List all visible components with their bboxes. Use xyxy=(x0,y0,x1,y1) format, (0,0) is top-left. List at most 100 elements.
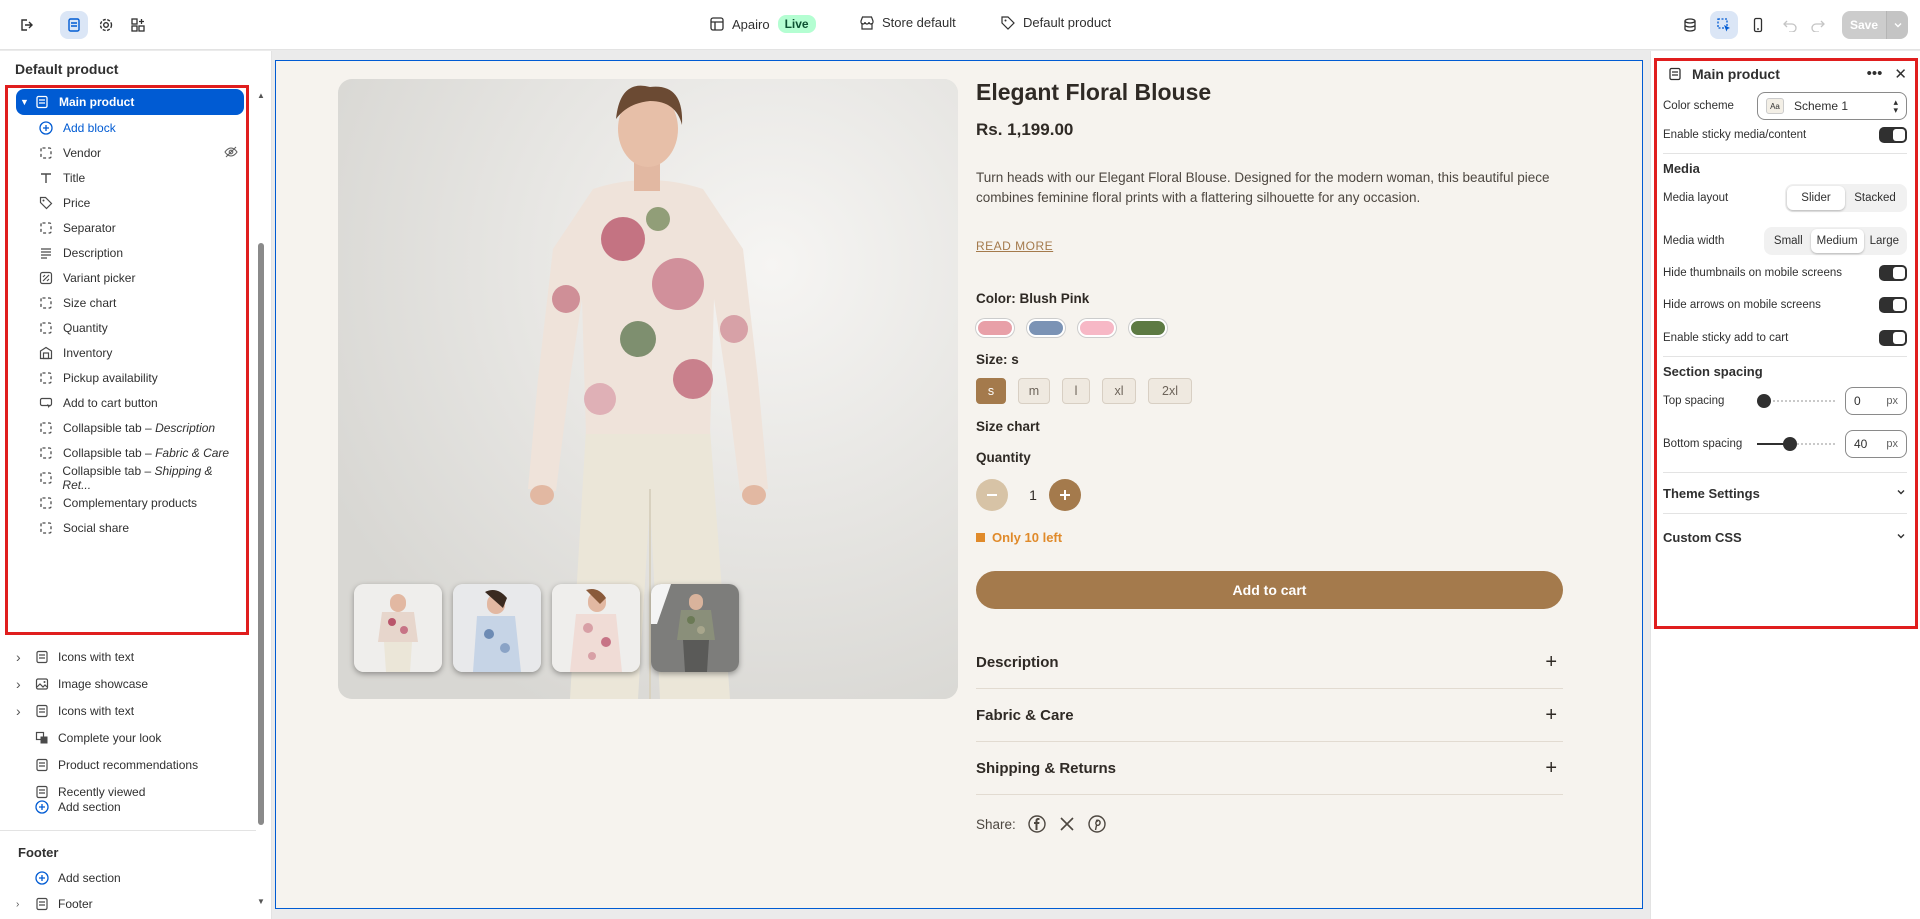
section-item-icons-with-text[interactable]: › Icons with text xyxy=(16,699,254,723)
block-item-collapsible-tab[interactable]: Collapsible tab – Fabric & Care xyxy=(38,440,238,466)
quantity-value[interactable]: 1 xyxy=(1023,487,1043,503)
scrollbar[interactable] xyxy=(258,243,264,825)
gear-icon[interactable] xyxy=(92,11,120,39)
section-item-image-showcase[interactable]: › Image showcase xyxy=(16,672,254,696)
product-thumbnail[interactable] xyxy=(552,584,640,672)
block-item-collapsible-tab[interactable]: Collapsible tab – Description xyxy=(38,415,238,441)
quantity-decrease-button[interactable] xyxy=(976,479,1008,511)
accordion-description[interactable]: Description + xyxy=(976,636,1563,689)
theme-selector[interactable]: Store default xyxy=(860,15,956,30)
block-item-complementary-products[interactable]: Complementary products xyxy=(38,490,238,516)
size-option-l[interactable]: l xyxy=(1062,378,1090,404)
chevron-right-icon[interactable]: › xyxy=(16,676,30,692)
eye-hidden-icon[interactable] xyxy=(224,145,238,162)
color-label: Color: Blush Pink xyxy=(976,291,1090,306)
block-item-inventory[interactable]: Inventory xyxy=(38,340,238,366)
inspector-icon[interactable] xyxy=(1710,11,1738,39)
size-option-2xl[interactable]: 2xl xyxy=(1148,378,1192,404)
sticky-cart-toggle[interactable] xyxy=(1879,330,1907,346)
color-scheme-select[interactable]: Aa Scheme 1 ▴ ▾ xyxy=(1757,92,1907,120)
hide-thumbnails-toggle[interactable] xyxy=(1879,265,1907,281)
product-thumbnail[interactable] xyxy=(354,584,442,672)
block-item-size-chart[interactable]: Size chart xyxy=(38,290,238,316)
slider-handle[interactable] xyxy=(1757,394,1771,408)
accordion-fabric-care[interactable]: Fabric & Care + xyxy=(976,689,1563,742)
footer-add-section-button[interactable]: Add section xyxy=(16,866,254,890)
block-item-separator[interactable]: Separator xyxy=(38,215,238,241)
block-item-title[interactable]: Title xyxy=(38,165,238,191)
add-block-button[interactable]: Add block xyxy=(38,115,238,141)
apps-icon[interactable] xyxy=(124,11,152,39)
color-swatch[interactable] xyxy=(1078,319,1116,337)
section-item-icons-with-text[interactable]: › Icons with text xyxy=(16,645,254,669)
section-footer[interactable]: › Footer xyxy=(16,892,254,916)
more-options-icon[interactable]: ••• xyxy=(1867,65,1883,83)
database-icon[interactable] xyxy=(1676,11,1704,39)
section-icon xyxy=(34,703,50,719)
exit-icon[interactable] xyxy=(12,11,40,39)
sticky-media-toggle[interactable] xyxy=(1879,127,1907,143)
add-section-button[interactable]: Add section xyxy=(16,795,254,819)
size-chart-link[interactable]: Size chart xyxy=(976,419,1040,434)
custom-css-accordion[interactable]: Custom CSS xyxy=(1663,526,1907,548)
media-width-large-option[interactable]: Large xyxy=(1864,229,1905,253)
block-item-description[interactable]: Description xyxy=(38,240,238,266)
chevron-right-icon[interactable]: › xyxy=(16,703,30,719)
block-item-quantity[interactable]: Quantity xyxy=(38,315,238,341)
quantity-increase-button[interactable] xyxy=(1049,479,1081,511)
add-to-cart-button[interactable]: Add to cart xyxy=(976,571,1563,609)
bottom-spacing-input[interactable]: 40 px xyxy=(1845,430,1907,458)
block-item-vendor[interactable]: Vendor xyxy=(38,140,238,166)
media-width-medium-option[interactable]: Medium xyxy=(1810,229,1864,253)
close-icon[interactable]: ✕ xyxy=(1894,65,1907,83)
settings-title: Main product xyxy=(1692,66,1780,82)
chevron-right-icon[interactable]: › xyxy=(16,899,30,910)
color-swatch[interactable] xyxy=(1129,319,1167,337)
block-item-collapsible-tab[interactable]: Collapsible tab – Shipping & Ret... xyxy=(38,464,238,492)
size-option-s[interactable]: s xyxy=(976,378,1006,404)
mobile-icon[interactable] xyxy=(1744,11,1772,39)
bottom-spacing-slider[interactable] xyxy=(1757,437,1837,451)
save-options-button[interactable] xyxy=(1886,11,1908,39)
block-item-pickup-availability[interactable]: Pickup availability xyxy=(38,365,238,391)
section-item-product-recommendations[interactable]: Product recommendations xyxy=(16,753,254,777)
chevron-down-icon[interactable]: ▼ xyxy=(20,97,34,107)
block-item-social-share[interactable]: Social share xyxy=(38,515,238,541)
product-thumbnail[interactable] xyxy=(651,584,739,672)
theme-settings-accordion[interactable]: Theme Settings xyxy=(1663,482,1907,504)
block-item-add-to-cart-button[interactable]: Add to cart button xyxy=(38,390,238,416)
color-swatch[interactable] xyxy=(1027,319,1065,337)
color-swatch[interactable] xyxy=(976,319,1014,337)
chevron-right-icon[interactable]: › xyxy=(16,649,30,665)
save-button[interactable]: Save xyxy=(1842,11,1886,39)
top-spacing-slider[interactable] xyxy=(1757,394,1837,408)
setting-label: Top spacing xyxy=(1663,395,1725,407)
hide-arrows-toggle[interactable] xyxy=(1879,297,1907,313)
block-item-variant-picker[interactable]: Variant picker xyxy=(38,265,238,291)
sticky-cart-setting: Enable sticky add to cart xyxy=(1663,330,1907,346)
media-layout-slider-option[interactable]: Slider xyxy=(1787,186,1845,210)
accordion-shipping-returns[interactable]: Shipping & Returns + xyxy=(976,742,1563,795)
store-selector[interactable]: Apairo Live xyxy=(710,15,816,33)
facebook-icon[interactable] xyxy=(1028,815,1046,833)
media-layout-stacked-option[interactable]: Stacked xyxy=(1845,186,1905,210)
product-thumbnail[interactable] xyxy=(453,584,541,672)
size-option-xl[interactable]: xl xyxy=(1102,378,1136,404)
layout-icon xyxy=(710,17,724,31)
media-width-small-option[interactable]: Small xyxy=(1766,229,1811,253)
x-twitter-icon[interactable] xyxy=(1058,815,1076,833)
size-option-m[interactable]: m xyxy=(1018,378,1050,404)
section-main-product[interactable]: ▼ Main product xyxy=(16,89,244,115)
template-selector[interactable]: Default product xyxy=(1001,15,1111,30)
redo-icon[interactable] xyxy=(1804,11,1832,39)
section-item-complete-your-look[interactable]: Complete your look xyxy=(16,726,254,750)
undo-icon[interactable] xyxy=(1776,11,1804,39)
scroll-up-icon[interactable]: ▲ xyxy=(256,91,266,100)
slider-handle[interactable] xyxy=(1783,437,1797,451)
top-spacing-input[interactable]: 0 px xyxy=(1845,387,1907,415)
pinterest-icon[interactable] xyxy=(1088,815,1106,833)
scroll-down-icon[interactable]: ▼ xyxy=(256,897,266,906)
block-item-price[interactable]: Price xyxy=(38,190,238,216)
read-more-link[interactable]: READ MORE xyxy=(976,239,1053,253)
sections-icon[interactable] xyxy=(60,11,88,39)
